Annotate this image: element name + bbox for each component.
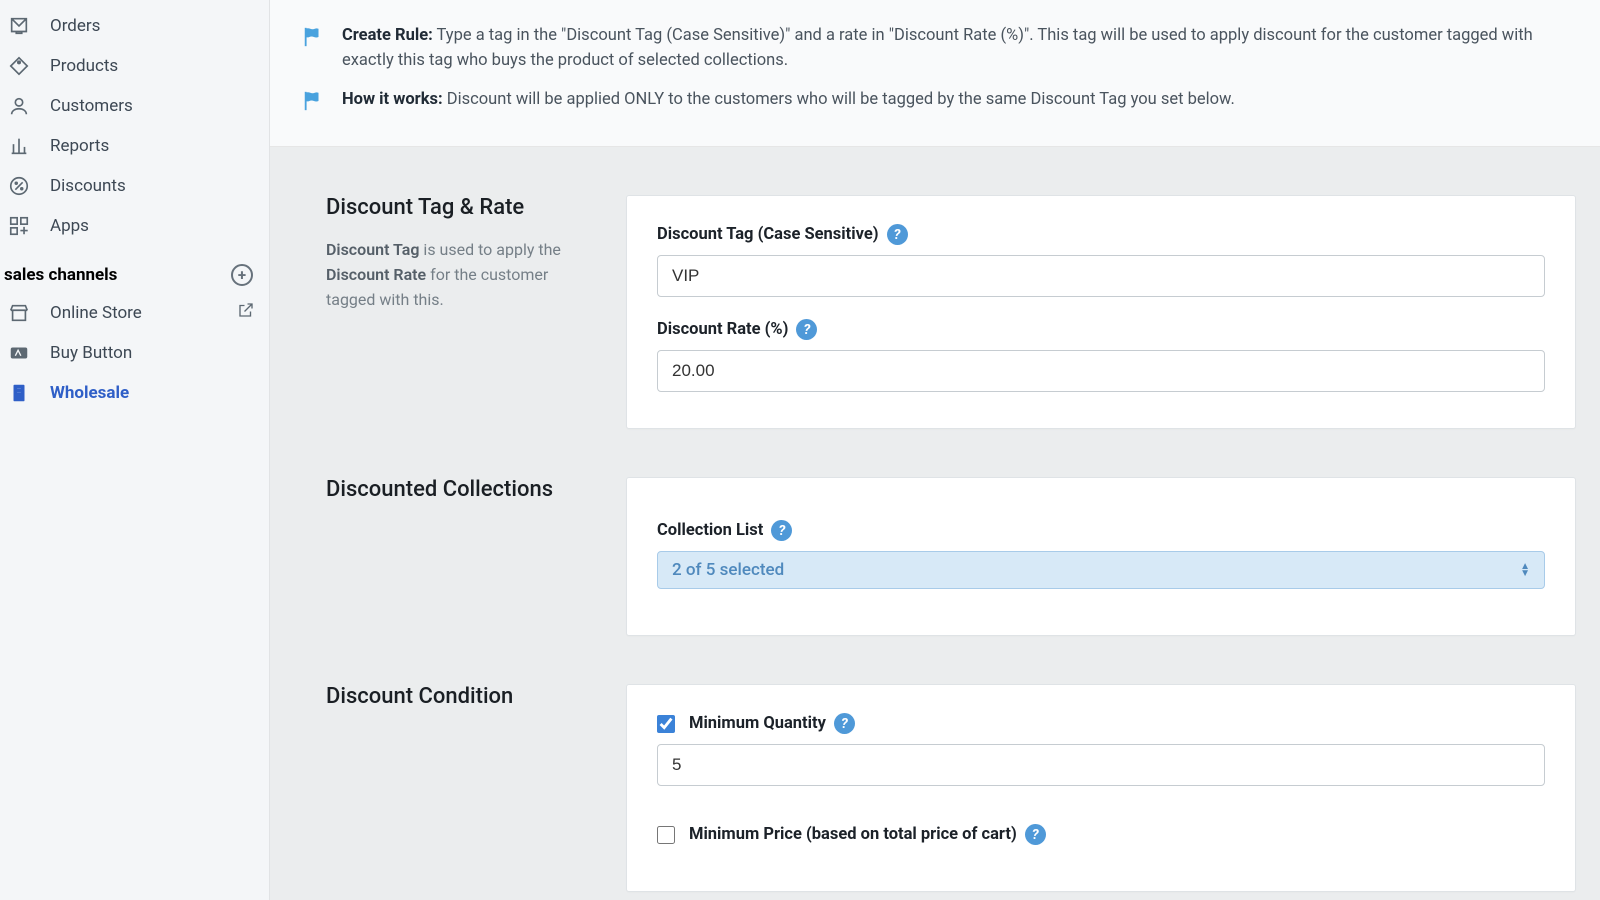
help-icon[interactable]: ? [887, 224, 908, 245]
notice-create-rule: Create Rule: Type a tag in the "Discount… [302, 24, 1556, 74]
card-condition: Minimum Quantity ? Minimum Price (based … [626, 684, 1576, 892]
orders-icon [6, 15, 32, 37]
wholesale-icon [6, 382, 32, 404]
label-text: Collection List [657, 521, 763, 540]
section-left: Discount Tag & Rate Discount Tag is used… [326, 195, 586, 429]
sidebar-channel-online-store[interactable]: Online Store [0, 292, 269, 333]
label-text: Discount Tag (Case Sensitive) [657, 225, 879, 244]
sales-channels-header: sales channels + [0, 246, 269, 292]
sidebar-channel-buy-button[interactable]: Buy Button [0, 333, 269, 373]
field-discount-rate: Discount Rate (%) ? [657, 319, 1545, 392]
sidebar-item-reports[interactable]: Reports [0, 126, 269, 166]
field-min-quantity: Minimum Quantity ? [657, 713, 1545, 786]
sidebar-item-label: Apps [50, 216, 89, 236]
main-content: Create Rule: Type a tag in the "Discount… [270, 0, 1600, 900]
section-title: Discount Tag & Rate [326, 195, 586, 220]
section-left: Discount Condition [326, 684, 586, 892]
notice-bold: How it works: [342, 90, 443, 109]
desc-strong: Discount Rate [326, 265, 426, 284]
external-link-icon[interactable] [237, 301, 255, 324]
sidebar-item-label: Products [50, 56, 118, 76]
store-icon [6, 302, 32, 324]
card-collections: Collection List ? 2 of 5 selected ▲▼ [626, 477, 1576, 636]
label-text: Minimum Quantity [689, 714, 826, 733]
sales-channels-title: sales channels [4, 265, 117, 285]
label-text: Discount Rate (%) [657, 320, 788, 339]
sidebar-item-label: Orders [50, 16, 100, 36]
sidebar-item-apps[interactable]: Apps [0, 206, 269, 246]
help-icon[interactable]: ? [796, 319, 817, 340]
field-label: Minimum Price (based on total price of c… [657, 824, 1545, 845]
field-label: Collection List ? [657, 520, 1545, 541]
label-text: Minimum Price (based on total price of c… [689, 825, 1017, 844]
sidebar-item-label: Buy Button [50, 343, 132, 363]
sidebar-item-orders[interactable]: Orders [0, 6, 269, 46]
flag-icon [302, 26, 324, 57]
reports-icon [6, 135, 32, 157]
discount-rate-input[interactable] [657, 350, 1545, 392]
sidebar: Orders Products Customers Reports Discou… [0, 0, 270, 900]
section-title: Discounted Collections [326, 477, 586, 502]
desc-strong: Discount Tag [326, 240, 419, 259]
sidebar-item-label: Customers [50, 96, 133, 116]
buy-button-icon [6, 342, 32, 364]
notice-how-it-works: How it works: Discount will be applied O… [302, 88, 1556, 121]
sidebar-item-products[interactable]: Products [0, 46, 269, 86]
notice-text: Discount will be applied ONLY to the cus… [443, 90, 1235, 109]
add-channel-button[interactable]: + [231, 264, 253, 286]
help-icon[interactable]: ? [771, 520, 792, 541]
help-icon[interactable]: ? [1025, 824, 1046, 845]
notice-area: Create Rule: Type a tag in the "Discount… [270, 0, 1600, 147]
field-label: Discount Tag (Case Sensitive) ? [657, 224, 1545, 245]
select-arrows-icon: ▲▼ [1520, 563, 1530, 577]
discounts-icon [6, 175, 32, 197]
min-price-checkbox[interactable] [657, 826, 675, 844]
field-discount-tag: Discount Tag (Case Sensitive) ? [657, 224, 1545, 297]
apps-icon [6, 215, 32, 237]
sidebar-item-label: Wholesale [50, 383, 129, 403]
section-discount-tag-rate: Discount Tag & Rate Discount Tag is used… [270, 147, 1600, 429]
section-discount-condition: Discount Condition Minimum Quantity ? Mi… [270, 636, 1600, 892]
section-left: Discounted Collections [326, 477, 586, 636]
sidebar-item-discounts[interactable]: Discounts [0, 166, 269, 206]
discount-tag-input[interactable] [657, 255, 1545, 297]
sidebar-item-label: Discounts [50, 176, 126, 196]
field-label: Minimum Quantity ? [657, 713, 1545, 734]
desc-text: is used to apply the [419, 240, 560, 259]
customers-icon [6, 95, 32, 117]
section-discounted-collections: Discounted Collections Collection List ?… [270, 429, 1600, 636]
section-description: Discount Tag is used to apply the Discou… [326, 238, 586, 312]
sidebar-channel-wholesale[interactable]: Wholesale [0, 373, 269, 413]
notice-text: Type a tag in the "Discount Tag (Case Se… [342, 26, 1533, 70]
card-tag-rate: Discount Tag (Case Sensitive) ? Discount… [626, 195, 1576, 429]
field-min-price: Minimum Price (based on total price of c… [657, 824, 1545, 845]
field-collection-list: Collection List ? 2 of 5 selected ▲▼ [657, 520, 1545, 589]
sidebar-item-customers[interactable]: Customers [0, 86, 269, 126]
sidebar-item-label: Reports [50, 136, 109, 156]
field-label: Discount Rate (%) ? [657, 319, 1545, 340]
flag-icon [302, 90, 324, 121]
products-icon [6, 55, 32, 77]
select-value: 2 of 5 selected [672, 560, 784, 580]
min-quantity-checkbox[interactable] [657, 715, 675, 733]
min-quantity-input[interactable] [657, 744, 1545, 786]
collection-select[interactable]: 2 of 5 selected ▲▼ [657, 551, 1545, 589]
help-icon[interactable]: ? [834, 713, 855, 734]
section-title: Discount Condition [326, 684, 586, 709]
notice-bold: Create Rule: [342, 26, 433, 45]
sidebar-item-label: Online Store [50, 303, 219, 323]
